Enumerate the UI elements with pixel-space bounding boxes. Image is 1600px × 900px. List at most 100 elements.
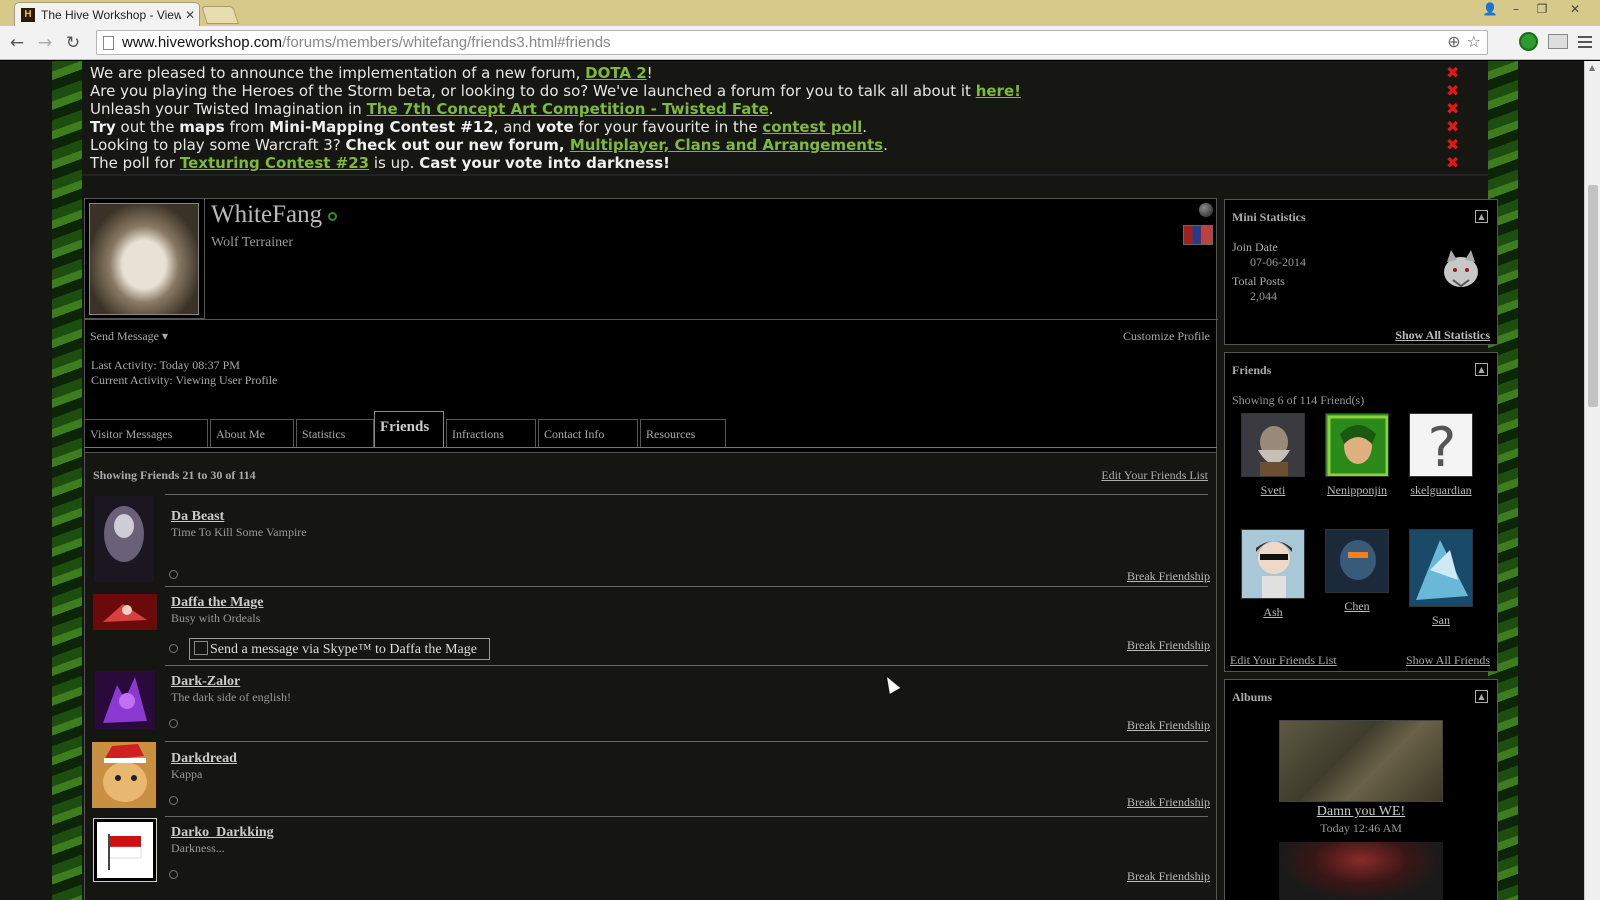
announcement-link[interactable]: Texturing Contest #23	[180, 154, 369, 172]
sidebar-friend-avatar	[1325, 413, 1390, 478]
sidebar-friend[interactable]: ? skelguardian	[1401, 413, 1481, 498]
announcement-link[interactable]: DOTA 2	[585, 64, 647, 82]
announcement-text: Unleash your Twisted Imagination in	[90, 100, 367, 118]
break-friendship-link[interactable]: Break Friendship	[1127, 569, 1210, 584]
friend-name-link[interactable]: Darkdread	[171, 751, 237, 767]
address-bar[interactable]: www.hiveworkshop.com/forums/members/whit…	[96, 30, 1488, 55]
collapse-icon[interactable]: ▲	[1475, 363, 1488, 376]
break-friendship-link[interactable]: Break Friendship	[1127, 638, 1210, 653]
send-message-button[interactable]: Send Message ▾	[90, 329, 168, 344]
friend-name-link[interactable]: Dark-Zalor	[171, 674, 240, 690]
skype-message-button[interactable]: Send a message via Skype™ to Daffa the M…	[189, 638, 490, 660]
divider	[85, 319, 1218, 320]
announcement-line: Try out the maps from Mini-Mapping Conte…	[90, 118, 867, 136]
collapse-icon[interactable]: ▲	[1475, 690, 1488, 703]
divider	[165, 665, 1208, 666]
forward-icon[interactable]: →	[34, 32, 56, 54]
sidebar-friend-name[interactable]: San	[1401, 613, 1481, 628]
vine-border-left	[52, 61, 82, 900]
sidebar-friend[interactable]: Sveti	[1233, 413, 1313, 498]
zoom-icon[interactable]: ⊕	[1447, 32, 1460, 51]
list-item: Darko_Darkking Darkness... Break Friends…	[85, 816, 1218, 900]
tab-visitor-messages[interactable]: Visitor Messages	[84, 419, 208, 447]
sidebar-friend-name[interactable]: Nenipponjin	[1317, 483, 1397, 498]
album-caption-link[interactable]: Damn you WE!	[1225, 804, 1497, 820]
edit-friends-link[interactable]: Edit Your Friends List	[1101, 468, 1208, 483]
sidebar-friends-block: Friends ▲ Showing 6 of 114 Friend(s) Sve…	[1224, 352, 1498, 672]
tab-close-icon[interactable]: ✕	[185, 8, 195, 22]
customize-profile-link[interactable]: Customize Profile	[1123, 329, 1210, 344]
break-friendship-link[interactable]: Break Friendship	[1127, 869, 1210, 884]
tab-about-me[interactable]: About Me	[210, 419, 294, 447]
album-thumbnail[interactable]	[1279, 842, 1443, 900]
friend-avatar[interactable]	[94, 496, 158, 582]
dismiss-icon[interactable]: ✖	[1446, 63, 1459, 82]
mail-icon[interactable]	[1548, 34, 1568, 49]
dismiss-icon[interactable]: ✖	[1446, 153, 1459, 172]
divider	[165, 816, 1208, 817]
dismiss-icon[interactable]: ✖	[1446, 99, 1459, 118]
announcement-link[interactable]: contest poll	[762, 118, 862, 136]
tab-title: The Hive Workshop - View	[41, 7, 181, 22]
sidebar-edit-friends-link[interactable]: Edit Your Friends List	[1230, 653, 1337, 668]
announcement-bold-text: Mini-Mapping Contest #12	[269, 118, 494, 136]
friend-avatar[interactable]	[93, 594, 157, 630]
announcement-text: out the	[115, 118, 180, 136]
restore-icon[interactable]: ❐	[1530, 0, 1554, 18]
friend-name-link[interactable]: Daffa the Mage	[171, 595, 264, 611]
page-scrollbar[interactable]: ▲	[1584, 61, 1600, 900]
announcement-link[interactable]: here!	[976, 82, 1021, 100]
sidebar-friend-name[interactable]: skelguardian	[1401, 483, 1481, 498]
scrollbar-thumb[interactable]	[1588, 185, 1598, 407]
friend-name-link[interactable]: Darko_Darkking	[171, 825, 274, 841]
break-friendship-link[interactable]: Break Friendship	[1127, 795, 1210, 810]
show-all-statistics-link[interactable]: Show All Statistics	[1395, 328, 1490, 343]
window-controls: 👤 – ❐ ✕	[1478, 0, 1594, 18]
tab-friends[interactable]: Friends	[374, 411, 444, 448]
dismiss-icon[interactable]: ✖	[1446, 81, 1459, 100]
friend-avatar[interactable]	[93, 818, 157, 882]
sidebar-friend-name[interactable]: Sveti	[1233, 483, 1313, 498]
sidebar-friend-name[interactable]: Chen	[1317, 599, 1397, 614]
browser-tab[interactable]: H The Hive Workshop - View ✕	[14, 2, 200, 26]
sidebar-friends-title: Friends	[1232, 363, 1272, 377]
friend-avatar[interactable]	[95, 671, 159, 729]
sidebar-friend[interactable]: Chen	[1317, 529, 1397, 614]
friend-status: Kappa	[171, 767, 203, 781]
sidebar-friend-name[interactable]: Ash	[1233, 605, 1313, 620]
total-posts-label: Total Posts	[1232, 274, 1285, 288]
avatar[interactable]	[89, 203, 199, 315]
announcement-link[interactable]: Multiplayer, Clans and Arrangements	[570, 136, 883, 154]
offline-status-icon	[169, 644, 178, 653]
announcement-link[interactable]: The 7th Concept Art Competition - Twiste…	[367, 100, 769, 118]
join-date-label: Join Date	[1232, 240, 1278, 254]
scroll-up-icon[interactable]: ▲	[1589, 63, 1595, 72]
new-tab-button[interactable]	[201, 6, 239, 24]
sidebar-friend[interactable]: Nenipponjin	[1317, 413, 1397, 498]
break-friendship-link[interactable]: Break Friendship	[1127, 718, 1210, 733]
album-thumbnail[interactable]	[1279, 720, 1443, 802]
show-all-friends-link[interactable]: Show All Friends	[1406, 653, 1490, 668]
reload-icon[interactable]: ↻	[62, 32, 84, 54]
minimize-icon[interactable]: –	[1504, 0, 1528, 18]
menu-icon[interactable]	[1578, 35, 1592, 48]
avatar-frame	[85, 199, 205, 319]
tab-statistics[interactable]: Statistics	[296, 419, 374, 447]
friend-name-link[interactable]: Da Beast	[171, 509, 224, 525]
tab-contact-info[interactable]: Contact Info	[538, 419, 638, 447]
tab-infractions[interactable]: Infractions	[446, 419, 536, 447]
bookmark-star-icon[interactable]: ☆	[1467, 32, 1481, 51]
dismiss-icon[interactable]: ✖	[1446, 117, 1459, 136]
back-icon[interactable]: ←	[6, 32, 28, 54]
window-close-icon[interactable]: ✕	[1556, 0, 1594, 18]
tab-resources[interactable]: Resources	[640, 419, 726, 447]
wolf-badge-icon	[1444, 250, 1478, 288]
dismiss-icon[interactable]: ✖	[1446, 135, 1459, 154]
friend-avatar[interactable]	[92, 742, 156, 808]
user-icon[interactable]: 👤	[1478, 0, 1502, 18]
sidebar-friend[interactable]: San	[1401, 529, 1481, 628]
extension-icon[interactable]	[1519, 32, 1538, 51]
collapse-icon[interactable]: ▲	[1475, 210, 1488, 223]
albums-block: Albums ▲ Damn you WE! Today 12:46 AM	[1224, 679, 1498, 900]
sidebar-friend[interactable]: Ash	[1233, 529, 1313, 620]
